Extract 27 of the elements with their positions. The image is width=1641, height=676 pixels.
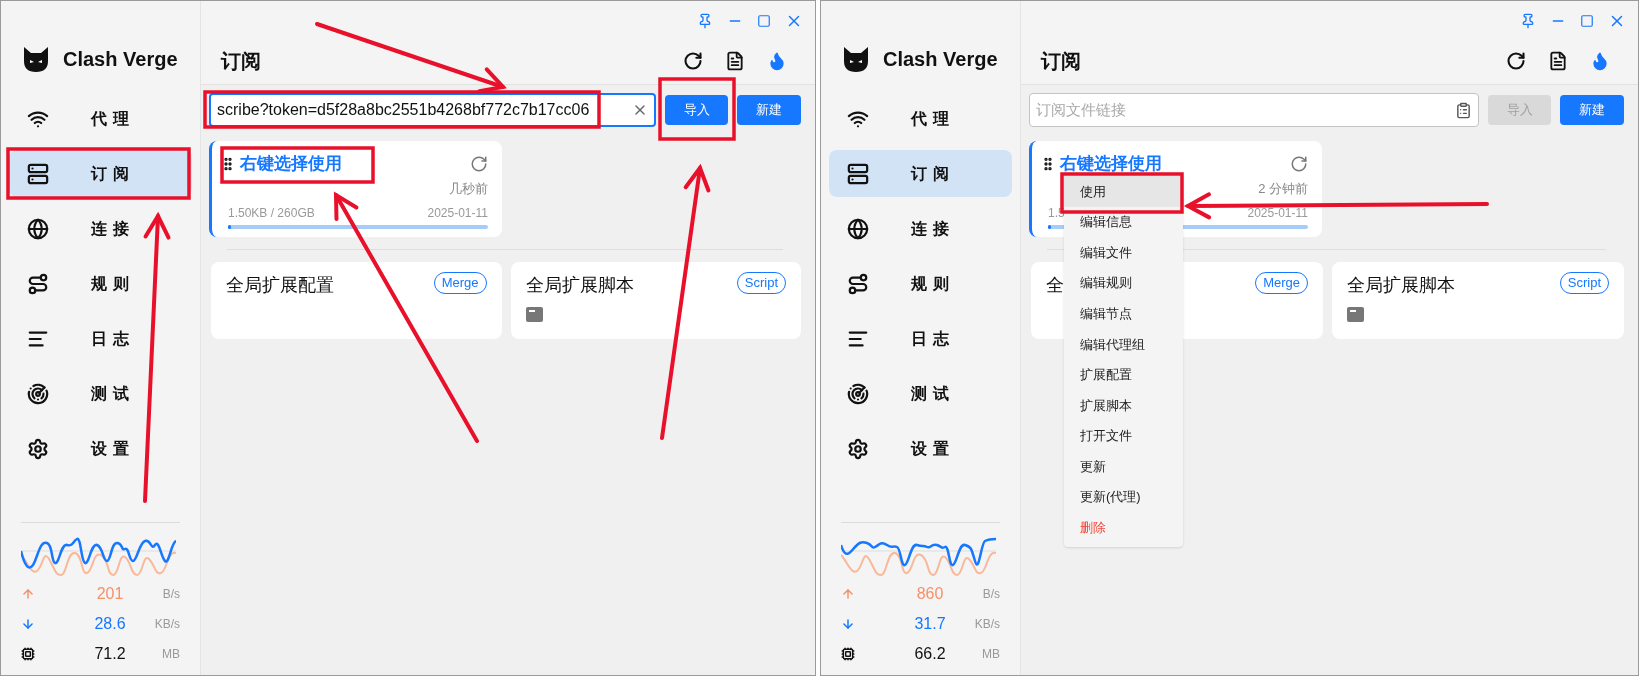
app-name: Clash Verge xyxy=(883,47,998,72)
upload-unit: B/s xyxy=(982,586,1000,603)
enhance-title: 全局扩展脚本 xyxy=(1347,274,1455,297)
memory-unit: MB xyxy=(982,646,1000,663)
profile-title: 右键选择使用 xyxy=(1060,153,1162,175)
page-title: 订阅 xyxy=(221,48,261,74)
expire-date: 2025-01-11 xyxy=(427,205,488,222)
memory-unit: MB xyxy=(162,646,180,663)
updated-time: 2 分钟前 xyxy=(1258,179,1308,198)
usage-text: 1.50KB / 260GB xyxy=(228,205,315,222)
memory-value: 66.2 xyxy=(913,644,947,664)
page-title: 订阅 xyxy=(1041,48,1081,74)
download-unit: KB/s xyxy=(974,616,1000,633)
enhance-title: 全局扩展脚本 xyxy=(525,274,634,297)
download-unit: KB/s xyxy=(154,616,180,633)
upload-value: 860 xyxy=(915,584,945,604)
upload-value: 201 xyxy=(95,584,125,604)
download-value: 31.7 xyxy=(913,614,947,634)
upload-unit: B/s xyxy=(162,586,180,603)
enhance-title: 全 xyxy=(1046,274,1064,297)
download-value: 28.6 xyxy=(93,614,127,634)
memory-value: 71.2 xyxy=(93,644,127,664)
updated-time: 几秒前 xyxy=(449,179,488,198)
expire-date: 2025-01-11 xyxy=(1247,205,1308,222)
enhance-title: 全局扩展配置 xyxy=(226,274,334,297)
app-name: Clash Verge xyxy=(63,47,178,72)
profile-title: 右键选择使用 xyxy=(240,153,342,175)
